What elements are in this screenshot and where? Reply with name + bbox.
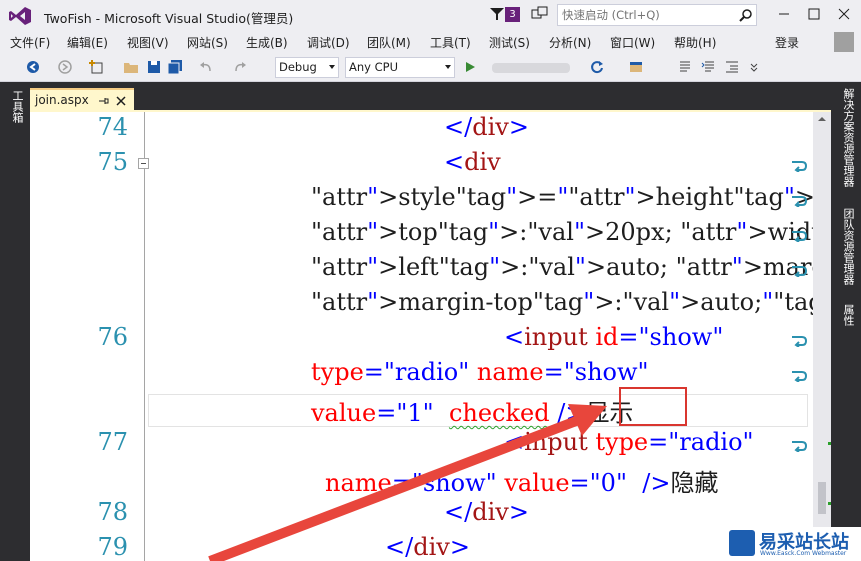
notification-count-badge[interactable]: 3 xyxy=(505,7,520,22)
redo-icon[interactable] xyxy=(232,59,248,75)
menu-team[interactable]: 团队(M) xyxy=(367,34,411,51)
standard-toolbar: Debug Any CPU xyxy=(0,53,861,82)
vertical-scrollbar[interactable] xyxy=(813,112,831,561)
code-line[interactable]: "attr">margin-top"tag">:"val">auto;""tag… xyxy=(311,288,813,316)
menu-bar: 文件(F) 编辑(E) 视图(V) 网站(S) 生成(B) 调试(D) 团队(M… xyxy=(0,31,861,53)
code-line[interactable]: <div xyxy=(444,148,501,176)
code-line[interactable]: "attr">left"tag">:"val">auto; "attr">mar… xyxy=(311,253,813,281)
menu-view[interactable]: 视图(V) xyxy=(127,34,169,51)
watermark-subtext: Www.Easck.Com Webmaster xyxy=(760,550,847,557)
notification-flag-icon[interactable] xyxy=(489,7,505,21)
close-icon[interactable] xyxy=(115,95,127,107)
code-line[interactable]: </div> xyxy=(444,113,529,141)
document-tab-label: join.aspx xyxy=(35,93,89,107)
right-tool-window-strip: 解决方案资源管理器 团队资源管理器 属性 xyxy=(831,82,861,561)
code-line[interactable]: "attr">style"tag">=""attr">height"tag">:… xyxy=(311,183,813,211)
code-editor[interactable]: 74 75 76 77 78 79 </div> <div "attr">sty… xyxy=(30,112,813,561)
avatar[interactable] xyxy=(834,32,854,52)
visual-studio-logo-icon xyxy=(9,7,31,25)
word-wrap-icon xyxy=(792,231,808,242)
comment-out-icon[interactable] xyxy=(677,59,693,75)
menu-build[interactable]: 生成(B) xyxy=(246,34,288,51)
word-wrap-icon xyxy=(792,266,808,277)
feedback-icon[interactable] xyxy=(531,6,549,22)
code-line[interactable]: type="radio" name="show" xyxy=(311,358,649,386)
site-watermark: 易采站长站 Www.Easck.Com Webmaster xyxy=(727,527,861,561)
scroll-thumb[interactable] xyxy=(818,482,826,514)
line-number: 78 xyxy=(97,498,128,526)
maximize-button[interactable] xyxy=(799,0,829,28)
line-number: 76 xyxy=(97,323,128,351)
toolbox-tab[interactable]: 工具箱 xyxy=(9,90,25,123)
configuration-value: Debug xyxy=(279,60,317,74)
new-project-icon[interactable] xyxy=(88,59,104,75)
line-number: 77 xyxy=(97,428,128,456)
chevron-down-icon xyxy=(329,65,335,69)
code-line[interactable]: name="show" value="0" />隐藏 xyxy=(325,463,718,498)
navigate-forward-icon[interactable] xyxy=(57,59,73,75)
pin-icon[interactable] xyxy=(97,95,109,107)
word-wrap-icon xyxy=(792,196,808,207)
watermark-logo-icon xyxy=(729,530,755,556)
menu-tools[interactable]: 工具(T) xyxy=(430,34,471,51)
solution-explorer-tab[interactable]: 解决方案资源管理器 xyxy=(840,88,856,187)
run-target-label[interactable] xyxy=(492,63,570,73)
minimize-button[interactable] xyxy=(769,0,799,28)
code-line[interactable]: value="1" checked />显示 xyxy=(311,393,633,428)
menu-window[interactable]: 窗口(W) xyxy=(610,34,655,51)
team-explorer-tab[interactable]: 团队资源管理器 xyxy=(840,208,856,285)
save-icon[interactable] xyxy=(146,59,162,75)
word-wrap-icon xyxy=(792,441,808,452)
indent-icon[interactable] xyxy=(724,59,740,75)
navigate-back-icon[interactable] xyxy=(25,59,41,75)
close-window-button[interactable] xyxy=(829,0,859,28)
code-line[interactable]: <input type="radio" xyxy=(504,428,754,456)
toolbar-overflow-icon[interactable] xyxy=(746,59,762,75)
sign-in-link[interactable]: 登录 xyxy=(775,34,799,51)
scroll-up-arrow-icon[interactable] xyxy=(817,114,827,124)
chevron-down-icon xyxy=(445,65,451,69)
menu-website[interactable]: 网站(S) xyxy=(187,34,228,51)
search-icon[interactable] xyxy=(739,8,753,22)
document-tab-join[interactable]: join.aspx xyxy=(30,88,134,112)
menu-debug[interactable]: 调试(D) xyxy=(307,34,350,51)
line-number: 74 xyxy=(97,113,128,141)
quick-launch-input[interactable] xyxy=(558,5,736,25)
code-line[interactable]: <input id="show" xyxy=(504,323,723,351)
code-line[interactable]: "attr">top"tag">:"val">20px; "attr">widt… xyxy=(311,218,813,246)
word-wrap-icon xyxy=(792,371,808,382)
refresh-icon[interactable] xyxy=(589,59,605,75)
word-wrap-icon xyxy=(792,161,808,172)
start-debugging-icon[interactable] xyxy=(462,59,478,75)
properties-tab[interactable]: 属性 xyxy=(840,304,856,326)
change-marker xyxy=(828,442,831,445)
code-line[interactable]: </div> xyxy=(385,533,470,561)
menu-test[interactable]: 测试(S) xyxy=(489,34,530,51)
change-marker xyxy=(828,502,831,505)
line-number: 75 xyxy=(97,148,128,176)
menu-analyze[interactable]: 分析(N) xyxy=(549,34,591,51)
undo-icon[interactable] xyxy=(198,59,214,75)
window-title: TwoFish - Microsoft Visual Studio(管理员) xyxy=(44,11,294,26)
left-tool-window-strip: 工具箱 xyxy=(0,82,30,561)
browser-link-icon[interactable] xyxy=(628,59,644,75)
word-wrap-icon xyxy=(792,336,808,347)
title-bar: TwoFish - Microsoft Visual Studio(管理员) 3 xyxy=(0,0,861,31)
highlight-annotation-box xyxy=(619,387,687,426)
quick-launch-box[interactable] xyxy=(557,4,757,26)
save-all-icon[interactable] xyxy=(167,59,183,75)
uncomment-icon[interactable] xyxy=(700,59,716,75)
configuration-dropdown[interactable]: Debug xyxy=(275,57,339,78)
line-number: 79 xyxy=(97,533,128,561)
code-line[interactable]: </div> xyxy=(444,498,529,526)
menu-help[interactable]: 帮助(H) xyxy=(674,34,716,51)
menu-edit[interactable]: 编辑(E) xyxy=(67,34,108,51)
platform-value: Any CPU xyxy=(349,60,398,74)
menu-file[interactable]: 文件(F) xyxy=(10,34,50,51)
open-file-icon[interactable] xyxy=(123,59,139,75)
outline-fold-line xyxy=(144,112,145,561)
collapse-toggle-icon[interactable] xyxy=(138,158,149,169)
platform-dropdown[interactable]: Any CPU xyxy=(345,57,455,78)
